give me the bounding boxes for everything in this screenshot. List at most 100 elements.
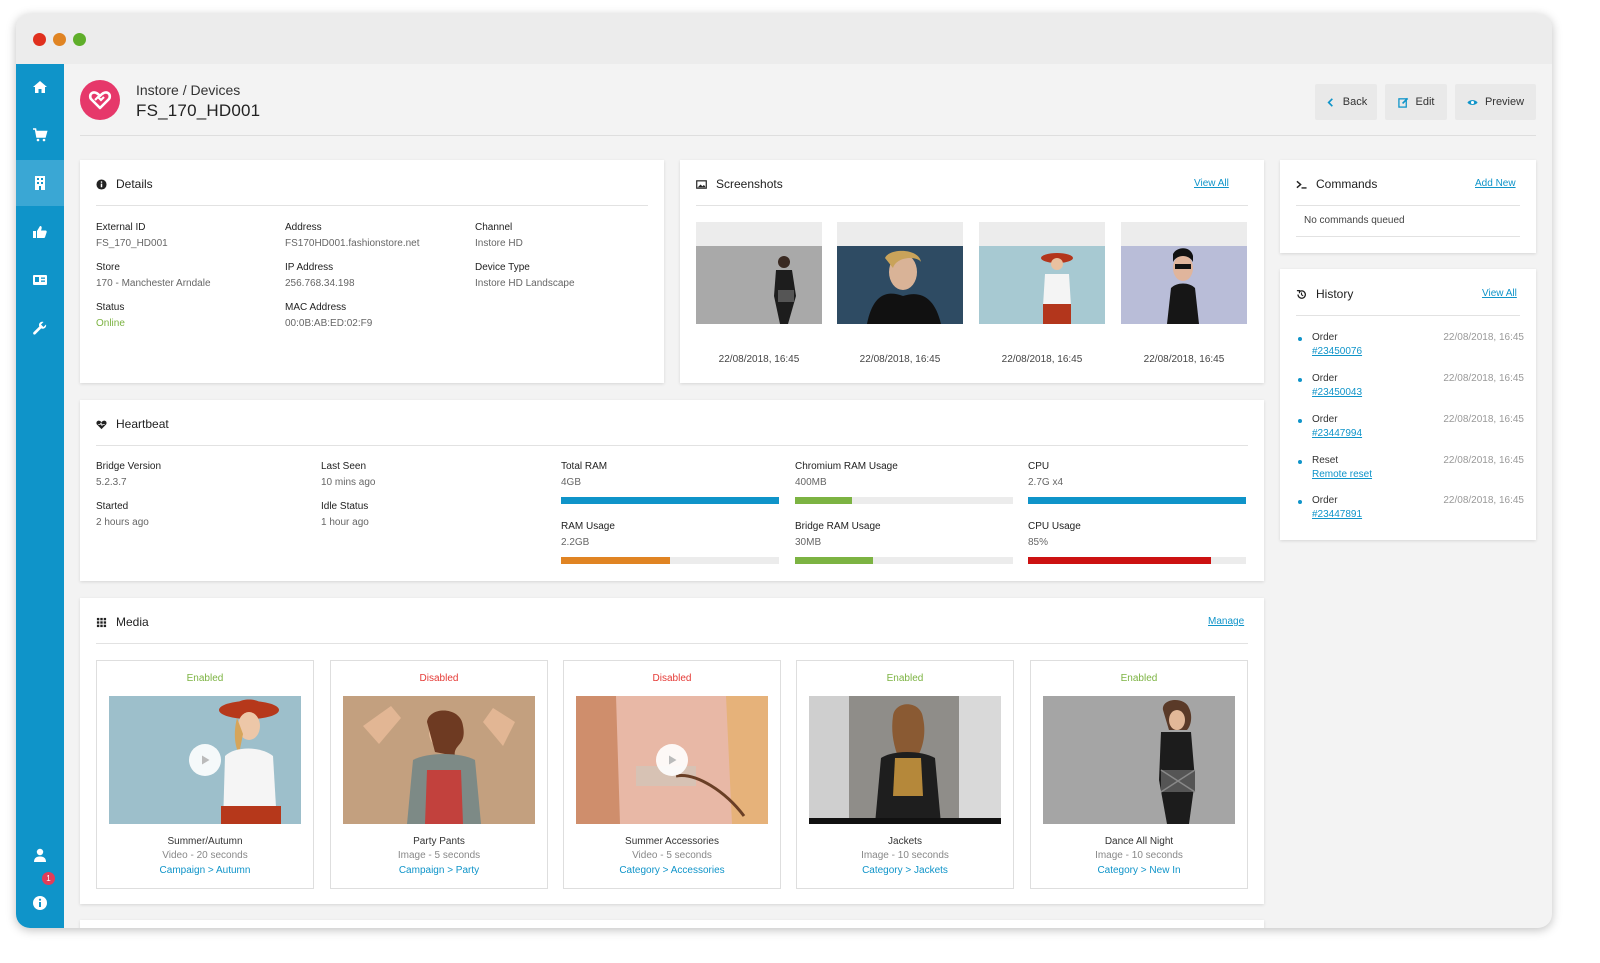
history-item: Reset Remote reset 22/08/2018, 16:45 <box>1298 455 1524 491</box>
history-item: Order #23447994 22/08/2018, 16:45 <box>1298 414 1524 450</box>
screenshot-thumbnail[interactable] <box>979 222 1105 324</box>
external-id-value: FS_170_HD001 <box>96 238 168 249</box>
history-item-type: Order <box>1312 414 1338 425</box>
next-card <box>80 920 1264 928</box>
edit-button[interactable]: Edit <box>1385 84 1447 120</box>
play-icon <box>669 755 677 765</box>
screenshot-thumbnail[interactable] <box>1121 222 1247 324</box>
status-label: Status <box>96 302 125 313</box>
screenshot-thumbnail[interactable] <box>696 222 822 324</box>
media-item[interactable]: Disabled Party Pants Image - 5 seconds C… <box>330 660 548 889</box>
wrench-icon <box>33 321 47 335</box>
media-thumbnail[interactable] <box>109 696 301 824</box>
media-item[interactable]: Enabled Summer/Autumn Video - 20 seconds… <box>96 660 314 889</box>
store-value: 170 - Manchester Arndale <box>96 278 211 289</box>
app-window: 1 Instore / Devices FS_170_HD001 Back Ed… <box>16 14 1552 928</box>
cpu-bar-fill <box>1028 497 1246 504</box>
maximize-window-button[interactable] <box>73 33 86 46</box>
media-title: Media <box>96 615 149 629</box>
history-item-link[interactable]: #23450043 <box>1312 387 1362 398</box>
sidebar-item-profile[interactable] <box>16 832 64 878</box>
channel-value: Instore HD <box>475 238 523 249</box>
bridge-ram-label: Bridge RAM Usage <box>795 521 881 532</box>
screenshot-date: 22/08/2018, 16:45 <box>1143 354 1225 365</box>
ram-usage-label: RAM Usage <box>561 521 615 532</box>
sidebar-item-settings[interactable] <box>16 305 64 351</box>
sidebar-item-info[interactable]: 1 <box>16 872 64 926</box>
screenshot-thumbnail[interactable] <box>837 222 963 324</box>
back-button-label: Back <box>1342 96 1368 108</box>
grid-icon <box>96 617 107 627</box>
bridge-version-label: Bridge Version <box>96 461 162 472</box>
history-item: Order #23450043 22/08/2018, 16:45 <box>1298 373 1524 409</box>
cart-icon <box>33 128 48 142</box>
heartbeat-card: Heartbeat Bridge Version 5.2.3.7 Last Se… <box>80 400 1264 581</box>
back-button[interactable]: Back <box>1315 84 1377 120</box>
sidebar-item-reviews[interactable] <box>16 209 64 255</box>
media-thumbnail[interactable] <box>809 696 1001 824</box>
history-item: Order #23447891 22/08/2018, 16:45 <box>1298 495 1524 531</box>
screenshot-image <box>979 246 1105 324</box>
close-window-button[interactable] <box>33 33 46 46</box>
media-manage-link[interactable]: Manage <box>1208 616 1244 627</box>
media-category-link[interactable]: Category > Jackets <box>797 865 1013 876</box>
media-category-link[interactable]: Category > New In <box>1031 865 1247 876</box>
history-item-type: Order <box>1312 332 1338 343</box>
media-category-link[interactable]: Category > Accessories <box>564 865 780 876</box>
sidebar-item-home[interactable] <box>16 64 64 110</box>
media-thumbnail[interactable] <box>1043 696 1235 824</box>
history-item-link[interactable]: #23450076 <box>1312 346 1362 357</box>
bridge-ram-bar <box>795 557 1013 564</box>
cpu-label: CPU <box>1028 461 1050 472</box>
history-item-link[interactable]: #23447891 <box>1312 509 1362 520</box>
heart-logo-icon <box>88 91 112 110</box>
window-titlebar <box>16 14 1552 64</box>
total-ram-bar-fill <box>561 497 779 504</box>
ip-address-value: 256.768.34.198 <box>285 278 355 289</box>
edit-icon <box>1397 97 1408 108</box>
status-badge: Online <box>96 318 125 329</box>
sidebar-item-cards[interactable] <box>16 257 64 303</box>
screenshots-title-text: Screenshots <box>716 177 783 191</box>
minimize-window-button[interactable] <box>53 33 66 46</box>
history-icon <box>1296 289 1306 299</box>
started-value: 2 hours ago <box>96 517 149 528</box>
timeline-dot <box>1298 460 1302 464</box>
sidebar-item-orders[interactable] <box>16 112 64 158</box>
media-thumbnail[interactable] <box>576 696 768 824</box>
sidebar-item-stores[interactable] <box>16 160 64 206</box>
play-button[interactable] <box>189 744 221 776</box>
add-command-link[interactable]: Add New <box>1475 178 1516 189</box>
cpu-usage-label: CPU Usage <box>1028 521 1081 532</box>
history-item-link[interactable]: Remote reset <box>1312 469 1372 480</box>
screenshots-view-all-link[interactable]: View All <box>1194 178 1229 189</box>
media-name: Dance All Night <box>1104 836 1174 847</box>
history-item-time: 22/08/2018, 16:45 <box>1443 332 1524 343</box>
device-type-label: Device Type <box>475 262 530 273</box>
cpu-value: 2.7G x4 <box>1028 477 1064 488</box>
media-thumbnail[interactable] <box>343 696 535 824</box>
media-category-link[interactable]: Campaign > Party <box>331 865 547 876</box>
media-name: Summer/Autumn <box>167 836 243 847</box>
play-icon <box>202 755 210 765</box>
history-item-type: Order <box>1312 373 1338 384</box>
history-item-type: Order <box>1312 495 1338 506</box>
history-item-time: 22/08/2018, 16:45 <box>1443 495 1524 506</box>
media-meta: Image - 10 seconds <box>861 850 949 861</box>
last-seen-value: 10 mins ago <box>321 477 376 488</box>
media-meta: Image - 10 seconds <box>1095 850 1183 861</box>
preview-button[interactable]: Preview <box>1455 84 1536 120</box>
screenshot-image <box>837 246 963 324</box>
breadcrumb[interactable]: Instore / Devices <box>136 82 240 98</box>
media-item[interactable]: Enabled Dance All Night Image - 10 secon… <box>1030 660 1248 889</box>
media-name: Party Pants <box>413 836 465 847</box>
eye-icon <box>1467 99 1478 105</box>
last-seen-label: Last Seen <box>321 461 367 472</box>
history-item-time: 22/08/2018, 16:45 <box>1443 414 1524 425</box>
history-item-link[interactable]: #23447994 <box>1312 428 1362 439</box>
media-category-link[interactable]: Campaign > Autumn <box>97 865 313 876</box>
history-view-all-link[interactable]: View All <box>1482 288 1517 299</box>
play-button[interactable] <box>656 744 688 776</box>
media-item[interactable]: Enabled Jackets Image - 10 seconds Categ… <box>796 660 1014 889</box>
media-item[interactable]: Disabled Summer Accessories Video - 5 se… <box>563 660 781 889</box>
